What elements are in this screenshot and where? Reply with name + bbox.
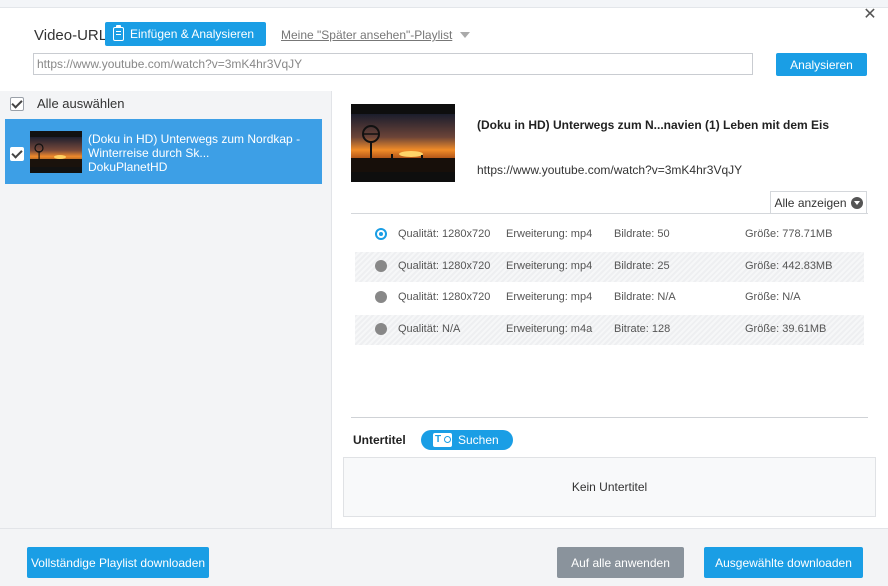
video-preview-thumbnail	[351, 104, 455, 182]
quality-option[interactable]: Qualität: 1280x720 Erweiterung: mp4 Bild…	[355, 220, 864, 250]
paste-analyze-button[interactable]: Einfügen & Analysieren	[105, 22, 266, 46]
radio-icon[interactable]	[375, 291, 387, 303]
show-all-dropdown[interactable]: Alle anzeigen	[770, 191, 867, 214]
quality-option[interactable]: Qualität: 1280x720 Erweiterung: mp4 Bild…	[355, 252, 864, 282]
analyze-button[interactable]: Analysieren	[776, 53, 867, 76]
quality-option[interactable]: Qualität: N/A Erweiterung: m4a Bitrate: …	[355, 315, 864, 345]
rate-value: Bildrate: 25	[614, 260, 670, 272]
item-checkbox[interactable]	[10, 147, 24, 161]
video-url: https://www.youtube.com/watch?v=3mK4hr3V…	[477, 163, 743, 177]
dropdown-arrow-icon	[460, 32, 471, 38]
radio-icon[interactable]	[375, 260, 387, 272]
show-all-label: Alle anzeigen	[774, 196, 847, 210]
url-input[interactable]	[33, 53, 753, 75]
divider	[351, 417, 868, 418]
no-subtitle-text: Kein Untertitel	[571, 480, 648, 494]
quality-value: Qualität: 1280x720	[398, 291, 491, 303]
size-value: Größe: 39.61MB	[745, 323, 827, 335]
download-selected-button[interactable]: Ausgewählte downloaden	[704, 547, 863, 578]
download-playlist-button[interactable]: Vollständige Playlist downloaden	[27, 547, 209, 578]
select-all-label: Alle auswählen	[37, 96, 125, 111]
item-title-line2: Winterreise durch Sk...	[88, 146, 210, 160]
size-value: Größe: 442.83MB	[745, 260, 833, 272]
watch-later-playlist-link[interactable]: Meine "Später ansehen"-Playlist	[281, 28, 471, 42]
subtitle-box: Kein Untertitel	[343, 457, 876, 517]
divider	[351, 213, 868, 214]
clipboard-icon	[113, 25, 124, 41]
video-title: (Doku in HD) Unterwegs zum N...navien (1…	[477, 118, 830, 132]
extension-value: Erweiterung: mp4	[506, 291, 593, 303]
quality-option[interactable]: Qualität: 1280x720 Erweiterung: mp4 Bild…	[355, 283, 864, 313]
video-thumbnail	[30, 131, 82, 173]
extension-value: Erweiterung: m4a	[506, 323, 593, 335]
paste-analyze-label: Einfügen & Analysieren	[130, 27, 255, 41]
size-value: Größe: N/A	[745, 291, 801, 303]
quality-value: Qualität: 1280x720	[398, 228, 491, 240]
item-title-line1: (Doku in HD) Unterwegs zum Nordkap -	[88, 132, 301, 146]
select-all-checkbox[interactable]	[10, 96, 24, 111]
rate-value: Bildrate: 50	[614, 228, 670, 240]
subtitle-search-icon: T	[433, 433, 452, 447]
size-value: Größe: 778.71MB	[745, 228, 833, 240]
rate-value: Bitrate: 128	[614, 323, 671, 335]
quality-value: Qualität: N/A	[398, 323, 461, 335]
chevron-down-icon	[850, 197, 863, 209]
item-text: (Doku in HD) Unterwegs zum Nordkap - Win…	[88, 132, 316, 174]
subtitle-search-button[interactable]: T Suchen	[421, 430, 513, 450]
extension-value: Erweiterung: mp4	[506, 228, 593, 240]
radio-selected-icon[interactable]	[375, 228, 387, 240]
video-list-panel: Alle auswählen (Doku in HD) Unterwegs zu…	[0, 91, 332, 528]
select-all-row[interactable]: Alle auswählen	[10, 96, 124, 111]
subtitle-search-label: Suchen	[458, 433, 499, 447]
watch-later-playlist-label: Meine "Später ansehen"-Playlist	[281, 28, 453, 42]
subtitle-label: Untertitel	[353, 433, 406, 447]
apply-all-button[interactable]: Auf alle anwenden	[557, 547, 684, 578]
background-window-strip	[0, 0, 888, 8]
radio-icon[interactable]	[375, 323, 387, 335]
close-icon[interactable]: ✕	[861, 6, 879, 24]
rate-value: Bildrate: N/A	[614, 291, 676, 303]
list-item[interactable]: (Doku in HD) Unterwegs zum Nordkap - Win…	[5, 119, 322, 184]
quality-value: Qualität: 1280x720	[398, 260, 491, 272]
item-channel: DokuPlanetHD	[88, 160, 168, 174]
video-url-label: Video-URL	[34, 27, 108, 44]
extension-value: Erweiterung: mp4	[506, 260, 593, 272]
